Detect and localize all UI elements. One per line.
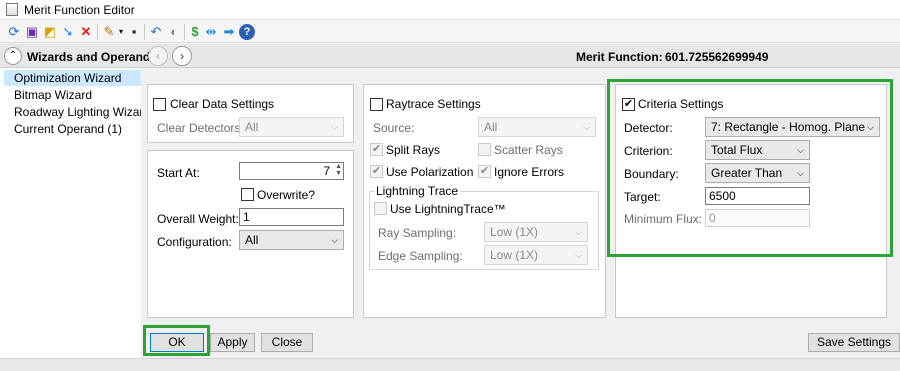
clear-detectors-dropdown[interactable]: All ⌵ bbox=[239, 117, 344, 137]
raytrace-settings-checkbox[interactable] bbox=[370, 98, 383, 111]
shift-left-right-icon[interactable]: ⇹ bbox=[203, 24, 219, 40]
clear-data-label: Clear Data Settings bbox=[170, 97, 275, 111]
clear-detectors-label: Clear Detectors: bbox=[157, 121, 244, 135]
nav-forward-button[interactable]: › bbox=[172, 46, 192, 66]
apply-button[interactable]: Apply bbox=[210, 333, 255, 352]
toolbar: ⟳ ▣ ◩ ➘ ✕ ✎ ▾ ▪ ↶ ◐ $ ⇹ ➡ ? bbox=[0, 21, 900, 43]
wizard-content: Clear Data Settings Clear Detectors: All… bbox=[141, 68, 900, 324]
configuration-dropdown[interactable]: All ⌵ bbox=[239, 230, 344, 250]
app-icon bbox=[6, 3, 18, 16]
configuration-value: All bbox=[245, 233, 259, 247]
load-icon[interactable]: ◩ bbox=[42, 24, 58, 40]
horizontal-scrollbar[interactable] bbox=[0, 358, 900, 371]
collapse-icon[interactable]: ⌃ bbox=[4, 47, 22, 65]
toolbar-separator bbox=[184, 24, 185, 40]
delete-x-icon[interactable]: ✕ bbox=[78, 24, 94, 40]
clear-detectors-value: All bbox=[245, 120, 259, 134]
undo-icon[interactable]: ↶ bbox=[148, 24, 164, 40]
clear-data-panel: Clear Data Settings Clear Detectors: All… bbox=[147, 84, 354, 143]
toolbar-separator bbox=[144, 24, 145, 40]
use-lightning-trace-checkbox[interactable] bbox=[374, 202, 387, 215]
chevron-down-icon: ⌵ bbox=[331, 122, 338, 132]
overall-weight-input[interactable]: 1 bbox=[239, 208, 344, 226]
operand-icon[interactable]: ▪ bbox=[126, 24, 142, 40]
chevron-down-icon: ⌵ bbox=[583, 122, 590, 132]
lightning-trace-title: Lightning Trace bbox=[374, 184, 461, 198]
start-settings-panel: Start At: 7 ▲ ▼ Overwrite? Overall Weight… bbox=[147, 150, 354, 318]
ray-sampling-value: Low (1X) bbox=[490, 225, 539, 239]
merit-function-label: Merit Function: bbox=[576, 50, 663, 64]
split-rays-label: Split Rays bbox=[386, 143, 441, 157]
start-at-label: Start At: bbox=[157, 166, 200, 180]
merit-function-value: 601.725562699949 bbox=[665, 50, 769, 64]
split-rays-checkbox[interactable]: ✔ bbox=[370, 143, 383, 156]
wizards-header: ⌃ Wizards and Operands ‹ › Merit Functio… bbox=[0, 44, 900, 68]
clear-data-checkbox[interactable] bbox=[153, 98, 166, 111]
overall-weight-value: 1 bbox=[243, 210, 250, 224]
ignore-errors-checkbox[interactable]: ✔ bbox=[478, 165, 491, 178]
criteria-highlight-box bbox=[607, 79, 893, 257]
insert-arrow-icon[interactable]: ➘ bbox=[60, 24, 76, 40]
sidebar-item-optimization-wizard[interactable]: Optimization Wizard bbox=[4, 70, 141, 86]
chevron-down-icon: ⌵ bbox=[331, 235, 338, 245]
sidebar-item-current-operand[interactable]: Current Operand (1) bbox=[4, 121, 122, 137]
edge-sampling-dropdown[interactable]: Low (1X) ⌵ bbox=[484, 245, 588, 265]
start-at-value: 7 bbox=[323, 164, 330, 178]
use-lightning-trace-label: Use LightningTrace™ bbox=[390, 202, 506, 216]
sort-icon[interactable]: $ bbox=[187, 24, 203, 40]
overwrite-checkbox[interactable] bbox=[241, 188, 254, 201]
save-icon[interactable]: ▣ bbox=[24, 24, 40, 40]
use-polarization-checkbox[interactable]: ✔ bbox=[370, 165, 383, 178]
edge-sampling-label: Edge Sampling: bbox=[378, 249, 463, 263]
chevron-down-icon: ⌵ bbox=[575, 250, 582, 260]
help-icon[interactable]: ? bbox=[239, 24, 255, 40]
start-at-stepper[interactable]: 7 ▲ ▼ bbox=[239, 162, 344, 180]
use-polarization-label: Use Polarization bbox=[386, 165, 474, 179]
source-label: Source: bbox=[373, 121, 415, 135]
save-settings-button[interactable]: Save Settings bbox=[808, 333, 900, 352]
sidebar-item-roadway-lighting-wizard[interactable]: Roadway Lighting Wizard bbox=[4, 104, 150, 120]
title-bar: Merit Function Editor bbox=[0, 0, 900, 20]
ok-highlight-box bbox=[143, 325, 210, 356]
raytrace-settings-label: Raytrace Settings bbox=[386, 97, 481, 111]
overall-weight-label: Overall Weight: bbox=[157, 212, 239, 226]
scatter-rays-label: Scatter Rays bbox=[494, 143, 563, 157]
dialog-footer: OK Apply Close Save Settings bbox=[141, 324, 900, 358]
arrow-right-icon[interactable]: ➡ bbox=[221, 24, 237, 40]
nav-back-button[interactable]: ‹ bbox=[148, 46, 168, 66]
toolbar-separator bbox=[97, 24, 98, 40]
overwrite-label: Overwrite? bbox=[257, 188, 316, 202]
chevron-down-icon: ⌵ bbox=[575, 227, 582, 237]
window-title: Merit Function Editor bbox=[24, 3, 135, 17]
scatter-rays-checkbox[interactable] bbox=[478, 143, 491, 156]
wizards-label: Wizards and Operands bbox=[27, 50, 157, 64]
refresh-icon[interactable]: ⟳ bbox=[6, 24, 22, 40]
ignore-errors-label: Ignore Errors bbox=[494, 165, 565, 179]
source-value: All bbox=[484, 120, 498, 134]
configuration-label: Configuration: bbox=[157, 235, 232, 249]
source-dropdown[interactable]: All ⌵ bbox=[478, 117, 596, 137]
raytrace-panel: Raytrace Settings Source: All ⌵ ✔ Split … bbox=[363, 84, 606, 318]
ray-sampling-dropdown[interactable]: Low (1X) ⌵ bbox=[484, 222, 588, 242]
toggle-icon[interactable]: ◐ bbox=[166, 24, 182, 40]
wizard-sidebar: Optimization Wizard Bitmap Wizard Roadwa… bbox=[0, 68, 150, 358]
ray-sampling-label: Ray Sampling: bbox=[378, 226, 457, 240]
spinner-arrows-icon[interactable]: ▲ ▼ bbox=[335, 163, 342, 177]
edge-sampling-value: Low (1X) bbox=[490, 248, 539, 262]
sidebar-item-bitmap-wizard[interactable]: Bitmap Wizard bbox=[4, 87, 92, 103]
close-button[interactable]: Close bbox=[261, 333, 313, 352]
